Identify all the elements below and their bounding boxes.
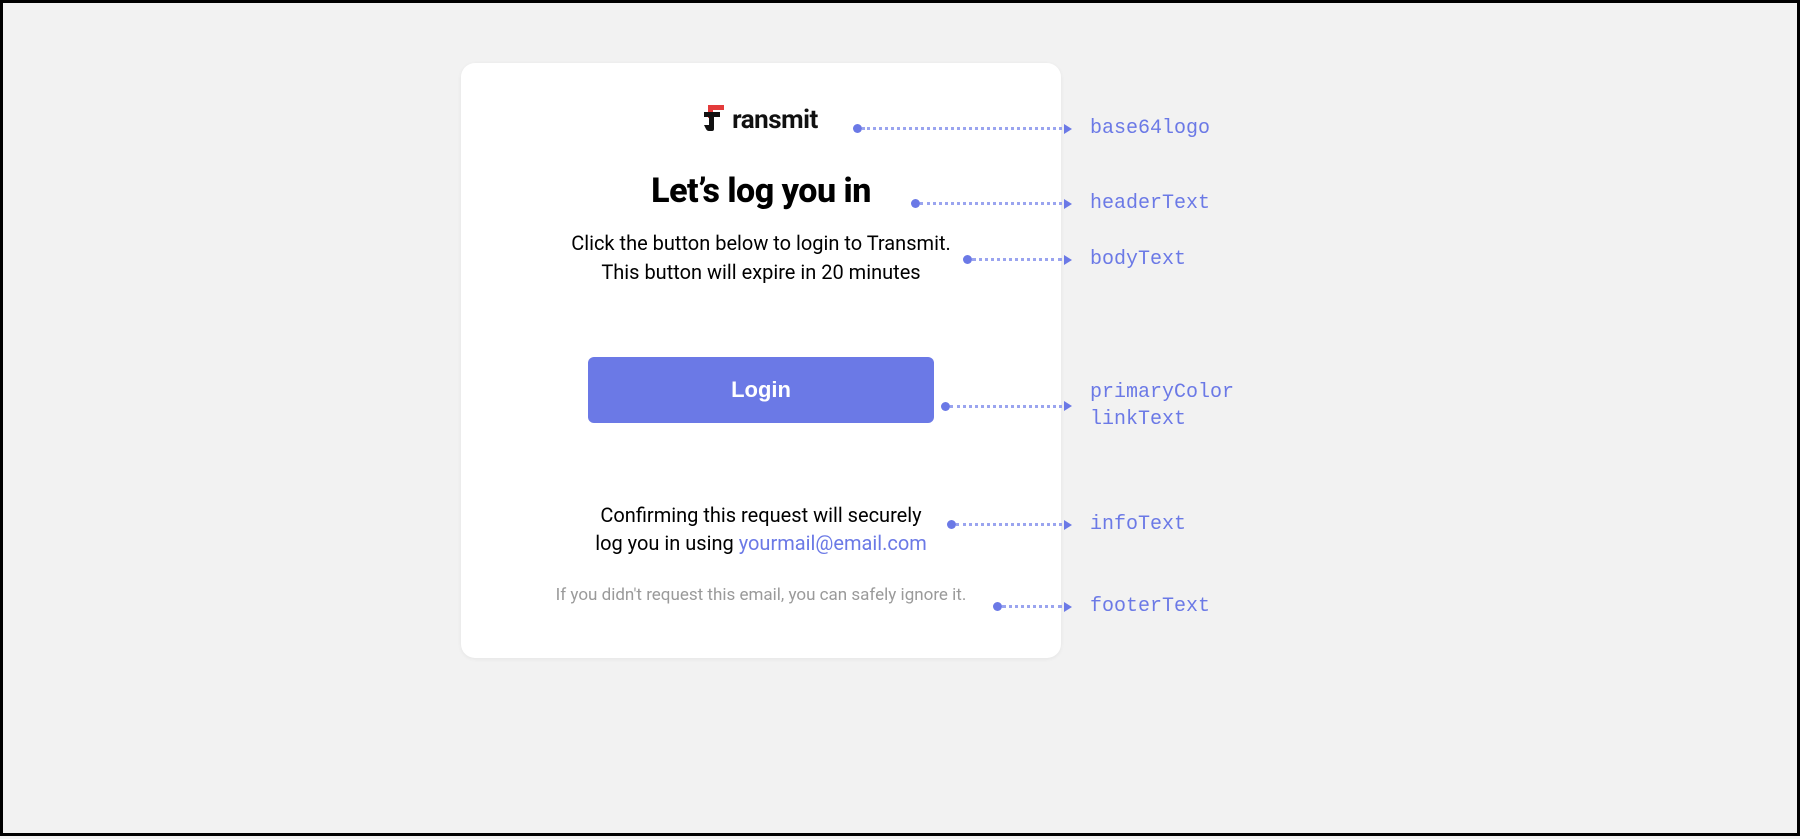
logo-mark-icon — [704, 105, 726, 135]
body-line-2: This button will expire in 20 minutes — [601, 260, 920, 284]
info-text: Confirming this request will securely lo… — [501, 501, 1021, 557]
info-line-1: Confirming this request will securely — [600, 503, 921, 527]
brand-logo: ransmit — [704, 103, 818, 137]
logo-word: ransmit — [732, 105, 818, 135]
body-text: Click the button below to login to Trans… — [501, 229, 1021, 287]
header-text: Let’s log you in — [501, 171, 1021, 211]
info-line-2-prefix: log you in using — [595, 531, 739, 555]
body-line-1: Click the button below to login to Trans… — [571, 231, 951, 255]
email-card: ransmit Let’s log you in Click the butto… — [461, 63, 1061, 658]
info-email-link[interactable]: yourmail@email.com — [739, 531, 927, 555]
login-button[interactable]: Login — [588, 357, 934, 423]
footer-text: If you didn't request this email, you ca… — [501, 585, 1021, 605]
